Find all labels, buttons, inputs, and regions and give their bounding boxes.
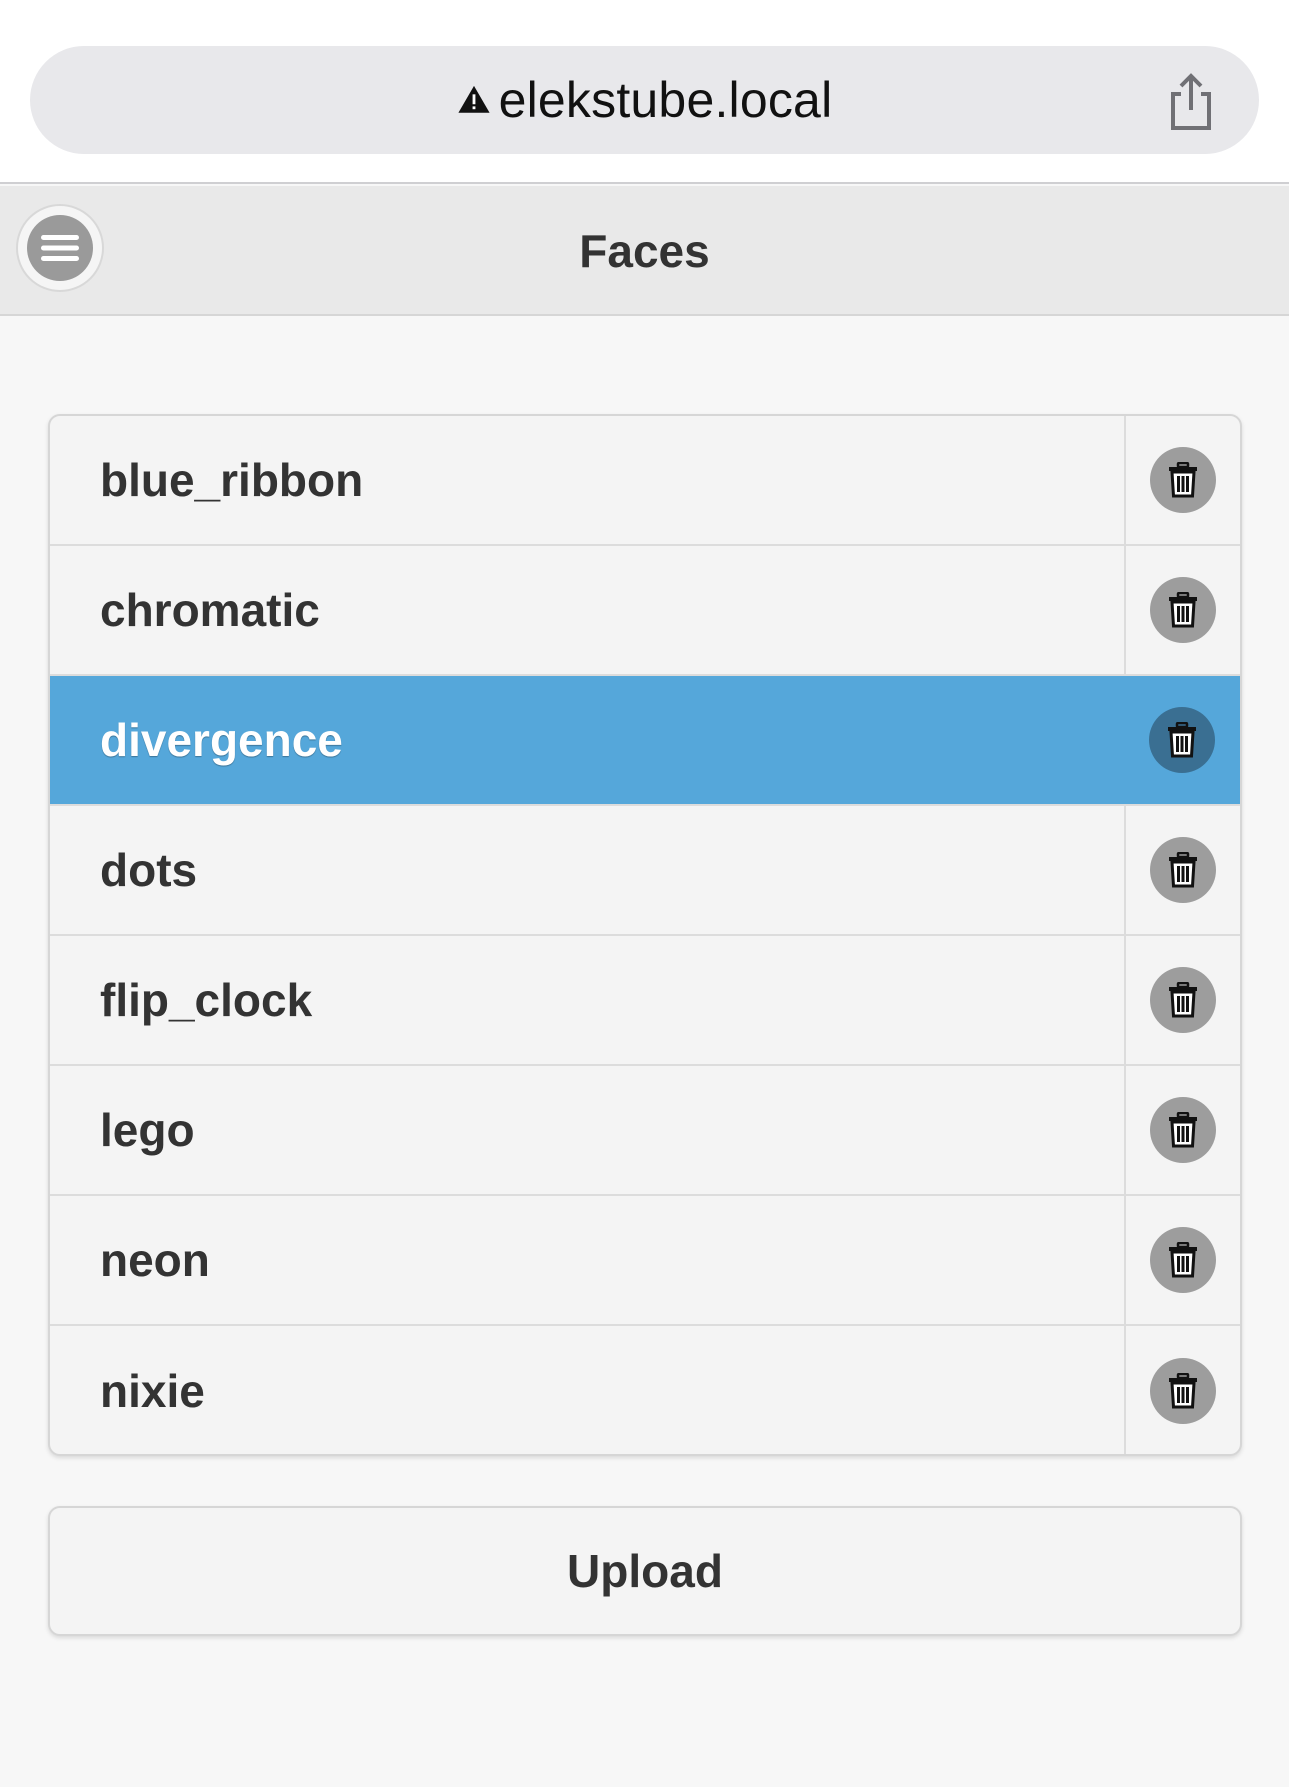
- page-title: Faces: [579, 225, 710, 277]
- face-row-neon[interactable]: neon: [50, 1196, 1240, 1326]
- share-icon[interactable]: [1163, 72, 1219, 132]
- delete-cell: [1124, 416, 1240, 544]
- face-name: blue_ribbon: [100, 454, 364, 506]
- trash-icon: [1167, 852, 1199, 888]
- face-row-divergence[interactable]: divergence: [50, 676, 1240, 806]
- face-name: flip_clock: [100, 974, 313, 1026]
- hamburger-menu-icon: [27, 215, 93, 281]
- trash-icon: [1167, 1242, 1199, 1278]
- delete-cell: [1124, 936, 1240, 1064]
- delete-button[interactable]: [1150, 967, 1216, 1033]
- menu-button[interactable]: [16, 204, 104, 292]
- delete-button[interactable]: [1150, 1097, 1216, 1163]
- face-row-blue-ribbon[interactable]: blue_ribbon: [50, 416, 1240, 546]
- trash-icon: [1167, 592, 1199, 628]
- face-row-flip-clock[interactable]: flip_clock: [50, 936, 1240, 1066]
- delete-button[interactable]: [1150, 577, 1216, 643]
- face-name: divergence: [100, 714, 343, 766]
- face-row-nixie[interactable]: nixie: [50, 1326, 1240, 1454]
- delete-cell: [1124, 1196, 1240, 1324]
- upload-button[interactable]: Upload: [48, 1506, 1242, 1636]
- face-name: neon: [100, 1234, 210, 1286]
- face-name: nixie: [100, 1365, 205, 1417]
- browser-toolbar: elekstube.local: [0, 0, 1289, 184]
- trash-icon: [1166, 722, 1198, 758]
- delete-cell: [1124, 546, 1240, 674]
- face-row-lego[interactable]: lego: [50, 1066, 1240, 1196]
- face-row-dots[interactable]: dots: [50, 806, 1240, 936]
- warning-triangle-icon: [458, 85, 490, 113]
- faces-list: blue_ribbon chromatic divergence dots flip_c…: [48, 414, 1242, 1456]
- delete-cell: [1124, 676, 1240, 804]
- delete-button[interactable]: [1150, 837, 1216, 903]
- face-row-chromatic[interactable]: chromatic: [50, 546, 1240, 676]
- delete-button[interactable]: [1150, 447, 1216, 513]
- trash-icon: [1167, 1373, 1199, 1409]
- delete-button[interactable]: [1150, 1227, 1216, 1293]
- url-display: elekstube.local: [457, 71, 833, 129]
- address-bar[interactable]: elekstube.local: [30, 46, 1259, 154]
- app-header: Faces: [0, 186, 1289, 316]
- trash-icon: [1167, 1112, 1199, 1148]
- url-text: elekstube.local: [498, 72, 833, 128]
- delete-cell: [1124, 806, 1240, 934]
- delete-cell: [1124, 1326, 1240, 1454]
- trash-icon: [1167, 982, 1199, 1018]
- delete-cell: [1124, 1066, 1240, 1194]
- face-name: lego: [100, 1104, 195, 1156]
- face-name: dots: [100, 844, 198, 896]
- delete-button[interactable]: [1149, 707, 1215, 773]
- face-name: chromatic: [100, 584, 320, 636]
- trash-icon: [1167, 462, 1199, 498]
- delete-button[interactable]: [1150, 1358, 1216, 1424]
